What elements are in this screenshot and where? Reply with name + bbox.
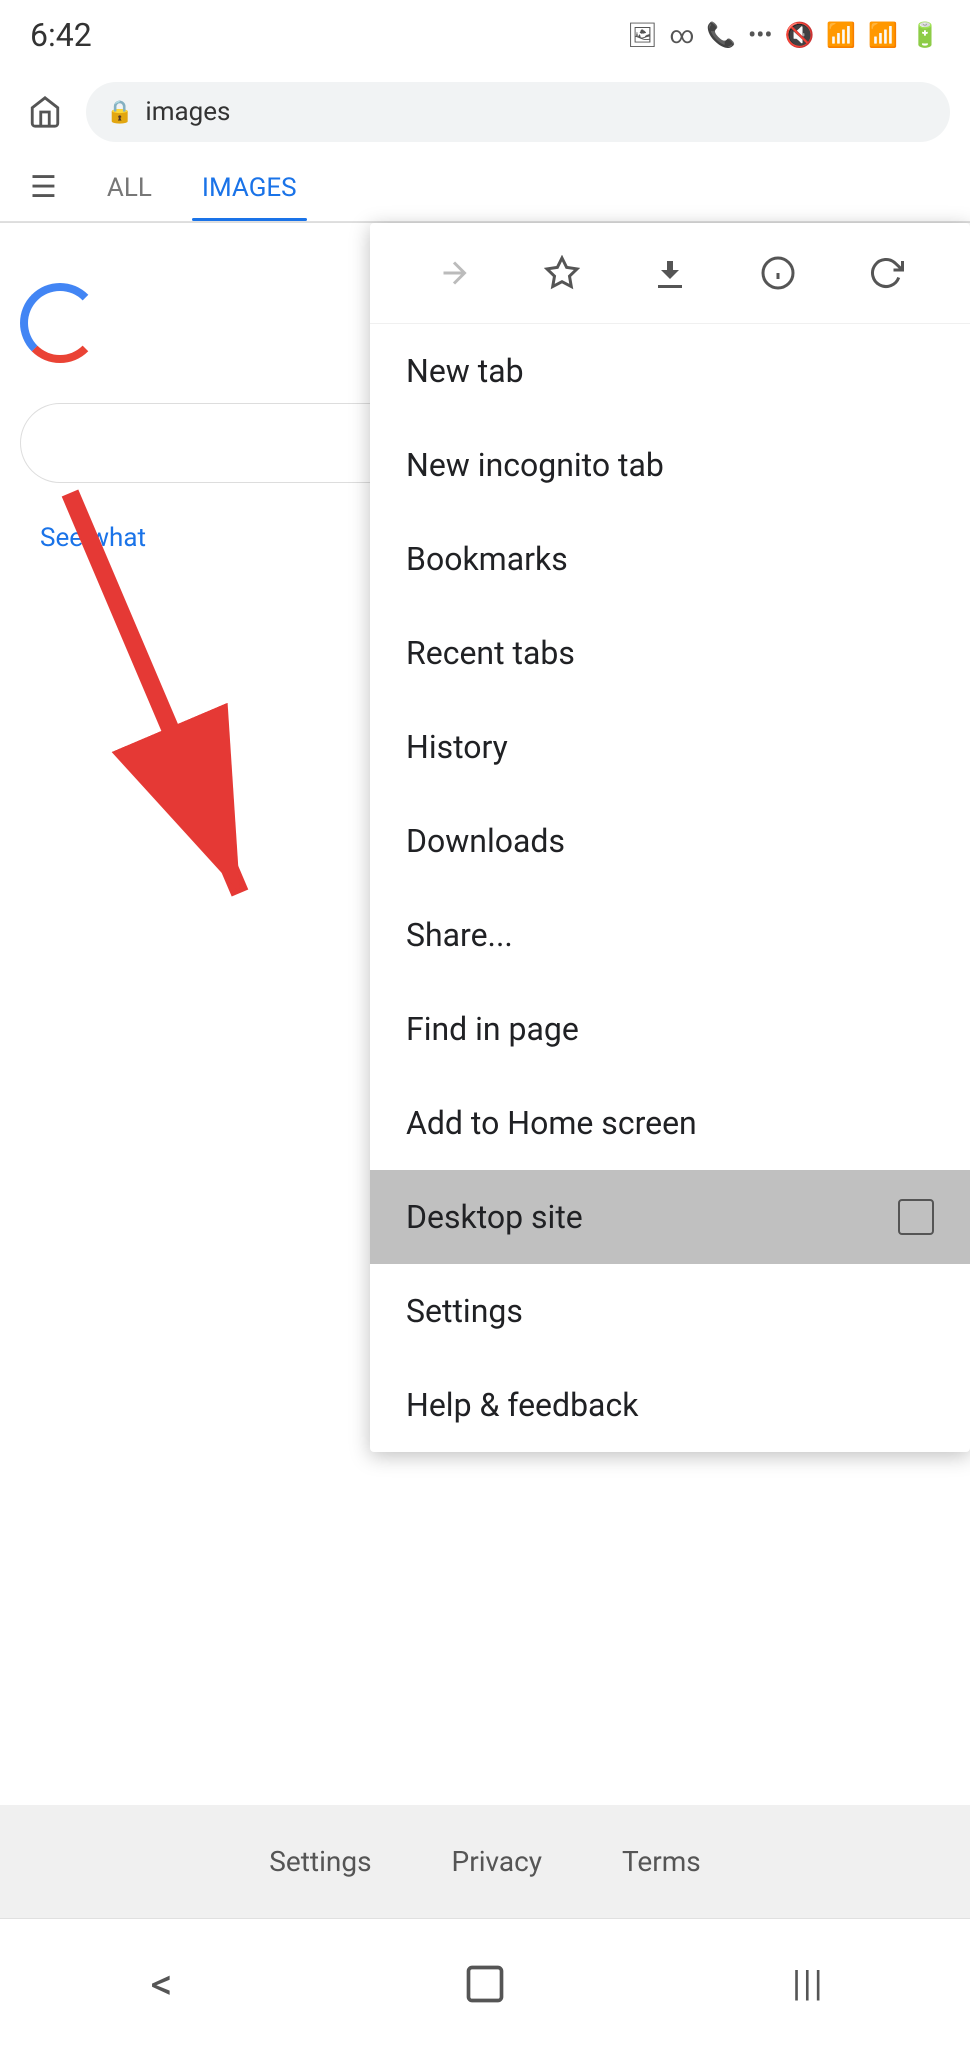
google-logo (20, 283, 100, 363)
battery-icon: 🔋 (910, 21, 940, 49)
red-arrow (20, 443, 300, 967)
call-icon: 📞 (706, 21, 736, 49)
menu-item-history[interactable]: History (370, 700, 970, 794)
status-icons: 🖼 ∞ 📞 ••• 🔇 📶 📶 🔋 (627, 21, 940, 49)
menu-item-label: History (406, 728, 508, 766)
menu-item-label: Bookmarks (406, 540, 568, 578)
lock-icon: 🔒 (106, 100, 133, 125)
dropdown-menu: New tab New incognito tab Bookmarks Recent … (370, 223, 970, 1452)
home-button[interactable] (20, 87, 70, 137)
tab-images[interactable]: IMAGES (192, 155, 307, 221)
refresh-button[interactable] (856, 243, 916, 303)
more-icon: ••• (748, 21, 772, 49)
menu-item-label: Share... (406, 916, 513, 954)
menu-item-help-feedback[interactable]: Help & feedback (370, 1358, 970, 1452)
menu-toolbar (370, 223, 970, 324)
recents-button[interactable]: ||| (768, 1944, 848, 2024)
menu-item-share-[interactable]: Share... (370, 888, 970, 982)
menu-item-downloads[interactable]: Downloads (370, 794, 970, 888)
footer-privacy[interactable]: Privacy (452, 1845, 542, 1878)
home-nav-button[interactable] (445, 1944, 525, 2024)
page-footer: Settings Privacy Terms (0, 1805, 970, 1918)
menu-item-new-incognito-tab[interactable]: New incognito tab (370, 418, 970, 512)
browser-chrome: 🔒 images ☰ ALL IMAGES (0, 70, 970, 223)
menu-item-settings[interactable]: Settings (370, 1264, 970, 1358)
menu-item-label: Find in page (406, 1010, 579, 1048)
url-text: images (145, 97, 230, 127)
desktop-site-checkbox[interactable] (898, 1199, 934, 1235)
bookmark-button[interactable] (532, 243, 592, 303)
address-bar-row: 🔒 images (0, 70, 970, 154)
menu-item-add-to-home-screen[interactable]: Add to Home screen (370, 1076, 970, 1170)
menu-item-label: Desktop site (406, 1198, 583, 1236)
menu-item-find-in-page[interactable]: Find in page (370, 982, 970, 1076)
menu-item-label: Add to Home screen (406, 1104, 697, 1142)
menu-item-label: Downloads (406, 822, 565, 860)
tab-all[interactable]: ALL (97, 155, 162, 221)
status-time: 6:42 (30, 16, 92, 54)
menu-item-bookmarks[interactable]: Bookmarks (370, 512, 970, 606)
signal-icon: 📶 (868, 21, 898, 49)
hamburger-menu[interactable]: ☰ (20, 154, 67, 221)
info-button[interactable] (748, 243, 808, 303)
menu-items-container: New tab New incognito tab Bookmarks Recent … (370, 324, 970, 1452)
menu-item-label: Help & feedback (406, 1386, 638, 1424)
page-content: See what (0, 223, 970, 1863)
menu-item-label: New incognito tab (406, 446, 664, 484)
tabs-bar: ☰ ALL IMAGES (0, 154, 970, 222)
menu-item-new-tab[interactable]: New tab (370, 324, 970, 418)
back-button[interactable]: < (122, 1944, 202, 2024)
status-bar: 6:42 🖼 ∞ 📞 ••• 🔇 📶 📶 🔋 (0, 0, 970, 70)
mute-icon: 🔇 (784, 21, 814, 49)
nav-bar: < ||| (0, 1918, 970, 2048)
menu-item-label: New tab (406, 352, 524, 390)
menu-item-label: Settings (406, 1292, 523, 1330)
download-button[interactable] (640, 243, 700, 303)
forward-button[interactable] (424, 243, 484, 303)
menu-item-label: Recent tabs (406, 634, 575, 672)
address-bar[interactable]: 🔒 images (86, 82, 950, 142)
footer-settings[interactable]: Settings (269, 1845, 371, 1878)
link-icon: ∞ (670, 21, 695, 49)
menu-item-desktop-site[interactable]: Desktop site (370, 1170, 970, 1264)
footer-terms[interactable]: Terms (622, 1845, 701, 1878)
image-icon: 🖼 (627, 21, 657, 49)
menu-item-recent-tabs[interactable]: Recent tabs (370, 606, 970, 700)
wifi-icon: 📶 (826, 21, 856, 49)
